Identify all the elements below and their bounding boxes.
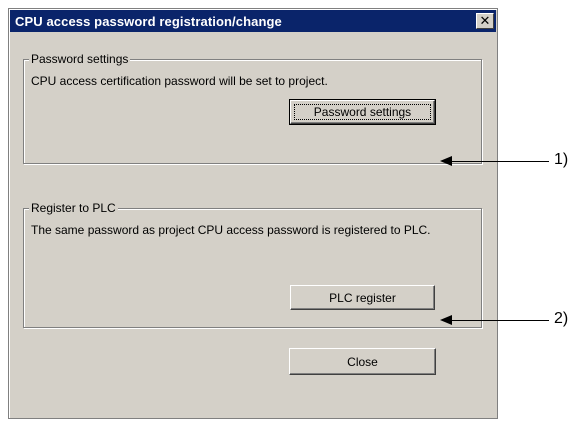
password-settings-group: Password settings CPU access certificati… — [23, 52, 482, 164]
register-to-plc-legend: Register to PLC — [29, 201, 118, 215]
callout-2-line — [450, 320, 549, 321]
password-settings-button[interactable]: Password settings — [289, 99, 436, 125]
password-registration-dialog: CPU access password registration/change … — [8, 8, 498, 419]
callout-1-label: 1) — [554, 151, 569, 168]
callout-1-line — [450, 161, 549, 162]
plc-register-button-label: PLC register — [329, 290, 396, 305]
focus-ring — [294, 104, 431, 120]
callout-2-label: 2) — [554, 310, 569, 327]
title-bar[interactable]: CPU access password registration/change … — [10, 10, 496, 32]
plc-register-button[interactable]: PLC register — [290, 285, 435, 310]
close-button-label: Close — [347, 354, 378, 369]
password-settings-legend: Password settings — [29, 52, 131, 66]
close-window-button[interactable]: ✕ — [476, 13, 494, 29]
close-icon: ✕ — [479, 13, 491, 29]
close-button[interactable]: Close — [289, 348, 436, 375]
dialog-title: CPU access password registration/change — [15, 14, 282, 29]
register-to-plc-description: The same password as project CPU access … — [31, 223, 431, 237]
register-to-plc-group: Register to PLC The same password as pro… — [23, 201, 482, 328]
password-settings-description: CPU access certification password will b… — [31, 74, 328, 88]
